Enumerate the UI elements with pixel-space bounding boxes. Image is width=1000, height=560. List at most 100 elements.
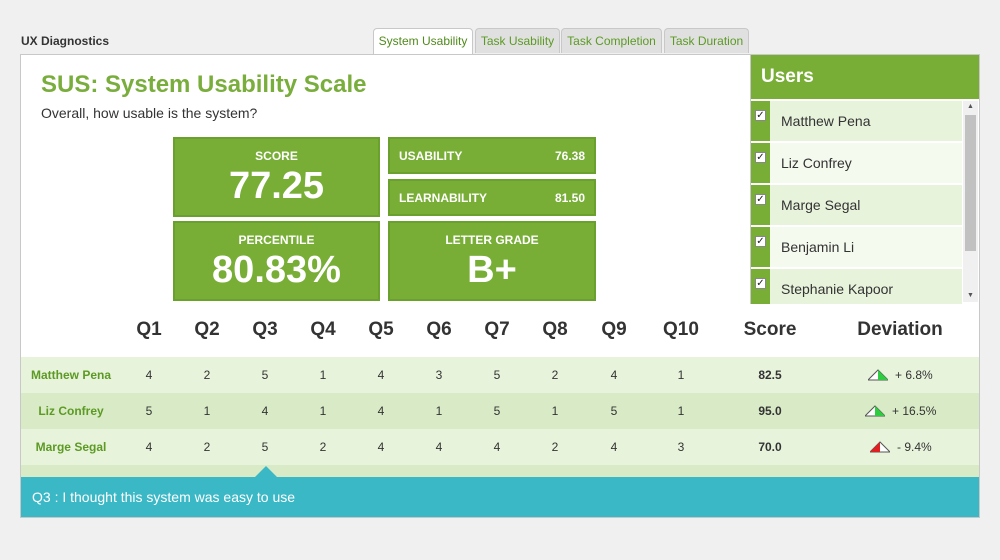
table-row: Liz Confrey 5 1 4 1 4 1 5 1 5 1 95.0 + 1…: [21, 393, 979, 429]
question-tooltip: Q3 : I thought this system was easy to u…: [21, 477, 979, 517]
user-name: Marge Segal: [781, 197, 861, 213]
score-tile: SCORE 77.25: [173, 137, 380, 217]
user-name: Liz Confrey: [781, 155, 852, 171]
usability-stat: USABILITY 76.38: [388, 137, 596, 174]
user-checkbox[interactable]: ✓: [755, 236, 766, 247]
users-scrollbar[interactable]: ▲ ▼: [963, 101, 978, 302]
tab-task-duration[interactable]: Task Duration: [664, 28, 749, 53]
user-checkbox[interactable]: ✓: [755, 110, 766, 121]
user-name: Benjamin Li: [781, 239, 855, 255]
app-title: UX Diagnostics: [21, 34, 110, 48]
answer-cell: 1: [319, 404, 327, 418]
header-q5: Q5: [368, 319, 394, 340]
answer-cell: 3: [677, 440, 685, 454]
scroll-thumb[interactable]: [965, 115, 976, 251]
row-name: Liz Confrey: [38, 404, 104, 418]
percentile-label: PERCENTILE: [238, 233, 315, 247]
trend-up-icon: [865, 405, 885, 417]
row-deviation: + 6.8%: [895, 368, 933, 382]
scroll-down-icon[interactable]: ▼: [963, 290, 978, 302]
answer-cell: 5: [493, 404, 501, 418]
answer-cell: 1: [203, 404, 211, 418]
row-deviation: + 16.5%: [892, 404, 937, 418]
row-score: 82.5: [758, 368, 782, 382]
header-q10: Q10: [663, 319, 699, 340]
answer-cell: 4: [493, 440, 501, 454]
answer-cell: 2: [551, 368, 559, 382]
row-deviation: - 9.4%: [897, 440, 932, 454]
answer-cell: 2: [203, 440, 211, 454]
tooltip-pointer: [255, 466, 277, 477]
answer-cell: 1: [677, 368, 685, 382]
answer-cell: 4: [435, 440, 443, 454]
users-title: Users: [751, 55, 979, 99]
score-label: SCORE: [255, 149, 298, 163]
header-q1: Q1: [136, 319, 162, 340]
score-value: 77.25: [228, 165, 325, 207]
page-subtitle: Overall, how usable is the system?: [41, 105, 258, 121]
percentile-tile: PERCENTILE 80.83%: [173, 221, 380, 301]
trend-down-icon: [870, 441, 890, 453]
answer-cell: 5: [610, 404, 618, 418]
answer-cell: 4: [610, 440, 618, 454]
tab-system-usability[interactable]: System Usability: [373, 28, 473, 55]
user-name: Matthew Pena: [781, 113, 871, 129]
user-checkbox[interactable]: ✓: [755, 278, 766, 289]
answer-cell: 1: [319, 368, 327, 382]
header-q2: Q2: [194, 319, 220, 340]
user-item[interactable]: ✓ Liz Confrey: [751, 143, 962, 185]
row-name: Matthew Pena: [30, 368, 111, 382]
answer-cell: 5: [261, 440, 269, 454]
user-item[interactable]: ✓ Marge Segal: [751, 185, 962, 227]
answer-cell: 2: [203, 368, 211, 382]
answer-cell: 3: [435, 368, 443, 382]
answer-cell: 4: [145, 368, 153, 382]
user-item[interactable]: ✓ Benjamin Li: [751, 227, 962, 269]
answer-cell: 4: [145, 440, 153, 454]
answer-cell: 4: [261, 404, 269, 418]
answer-cell: 4: [377, 440, 385, 454]
header-q4: Q4: [310, 319, 336, 340]
user-item[interactable]: ✓ Stephanie Kapoor: [751, 269, 962, 304]
grade-label: LETTER GRADE: [445, 233, 539, 247]
answer-cell: 2: [551, 440, 559, 454]
user-checkbox[interactable]: ✓: [755, 152, 766, 163]
user-item[interactable]: ✓ Matthew Pena: [751, 101, 962, 143]
grade-value: B+: [467, 249, 517, 291]
tab-task-usability[interactable]: Task Usability: [475, 28, 560, 53]
answer-cell: 5: [493, 368, 501, 382]
answer-cell: 4: [377, 404, 385, 418]
header-q6: Q6: [426, 319, 452, 340]
answer-cell: 2: [319, 440, 327, 454]
trend-up-icon: [868, 369, 888, 381]
grade-tile: LETTER GRADE B+: [388, 221, 596, 301]
user-name: Stephanie Kapoor: [781, 281, 894, 297]
main-panel: SUS: System Usability Scale Overall, how…: [20, 54, 980, 518]
table-row: [21, 465, 979, 477]
answer-cell: 5: [145, 404, 153, 418]
row-score: 95.0: [758, 404, 782, 418]
tab-task-completion[interactable]: Task Completion: [561, 28, 662, 53]
row-score: 70.0: [758, 440, 782, 454]
row-name: Marge Segal: [35, 440, 107, 454]
usability-label: USABILITY: [399, 149, 463, 163]
users-panel: Users ✓ Matthew Pena ✓ Liz Confrey ✓ Mar…: [750, 55, 979, 304]
answer-cell: 1: [435, 404, 443, 418]
learnability-label: LEARNABILITY: [399, 191, 487, 205]
learnability-stat: LEARNABILITY 81.50: [388, 179, 596, 216]
answer-cell: 4: [377, 368, 385, 382]
header-score: Score: [743, 319, 797, 340]
header-q3[interactable]: Q3: [245, 319, 285, 341]
usability-value: 76.38: [554, 149, 585, 163]
header-q7: Q7: [484, 319, 510, 340]
header-q8: Q8: [542, 319, 568, 340]
scroll-up-icon[interactable]: ▲: [963, 101, 978, 113]
answer-cell: 1: [677, 404, 685, 418]
answer-cell: 4: [610, 368, 618, 382]
answer-cell: 5: [261, 368, 269, 382]
page-title: SUS: System Usability Scale: [41, 71, 367, 98]
table-row: Marge Segal 4 2 5 2 4 4 4 2 4 3 70.0 - 9…: [21, 429, 979, 465]
percentile-value: 80.83%: [212, 249, 341, 291]
user-checkbox[interactable]: ✓: [755, 194, 766, 205]
table-row: Matthew Pena 4 2 5 1 4 3 5 2 4 1 82.5 + …: [21, 357, 979, 393]
